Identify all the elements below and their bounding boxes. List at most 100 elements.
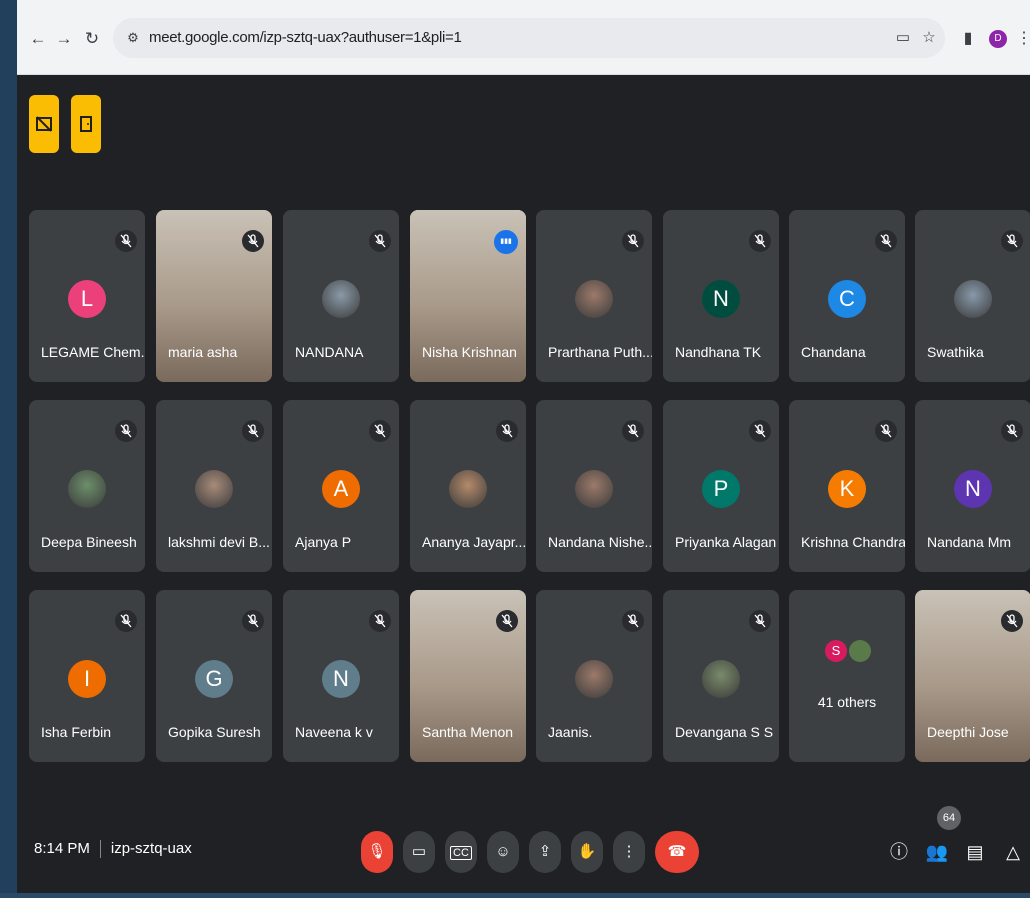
present-icon: ⇪ bbox=[538, 843, 552, 860]
captions-button[interactable]: CC bbox=[445, 831, 477, 873]
participant-photo bbox=[702, 660, 740, 698]
mic-muted-icon bbox=[875, 230, 897, 252]
participant-tile[interactable]: Deepthi Jose bbox=[915, 590, 1030, 762]
participant-name: Nandana Nishe... bbox=[548, 534, 652, 550]
emoji-icon: ☺ bbox=[495, 843, 511, 860]
captions-icon: CC bbox=[450, 846, 472, 860]
participant-name: LEGAME Chem... bbox=[41, 344, 145, 360]
speaking-indicator-icon: ▮▮▮ bbox=[494, 230, 518, 254]
mic-muted-icon bbox=[1001, 420, 1023, 442]
participant-avatar: L bbox=[68, 280, 106, 318]
emoji-button[interactable]: ☺ bbox=[487, 831, 519, 873]
people-icon[interactable]: 👥 bbox=[925, 840, 949, 864]
mic-muted-icon bbox=[622, 610, 644, 632]
mic-muted-icon bbox=[369, 230, 391, 252]
bookmark-star-icon[interactable]: ☆ bbox=[919, 28, 939, 48]
participant-tile[interactable]: Swathika bbox=[915, 210, 1030, 382]
camera-button[interactable]: ▭ bbox=[403, 831, 435, 873]
mic-muted-icon bbox=[242, 610, 264, 632]
url-text[interactable]: meet.google.com/izp-sztq-uax?authuser=1&… bbox=[149, 29, 462, 46]
mic-off-button[interactable]: 🎙 bbox=[361, 831, 393, 873]
more-options-button[interactable]: ⋮ bbox=[613, 831, 645, 873]
site-settings-icon[interactable]: ⚙ bbox=[123, 28, 143, 48]
mic-muted-icon bbox=[115, 420, 137, 442]
present-button[interactable]: ⇪ bbox=[529, 831, 561, 873]
participant-name: Santha Menon bbox=[422, 724, 514, 740]
participant-avatar: K bbox=[828, 470, 866, 508]
mic-muted-icon bbox=[622, 230, 644, 252]
mic-muted-icon bbox=[875, 420, 897, 442]
participant-name: Priyanka Alagan bbox=[675, 534, 777, 550]
raise-hand-icon: ✋ bbox=[577, 843, 597, 860]
participant-tile[interactable]: Jaanis. bbox=[536, 590, 652, 762]
door-icon bbox=[80, 116, 92, 132]
participant-name: Krishna Chandra bbox=[801, 534, 905, 550]
participant-avatar: A bbox=[322, 470, 360, 508]
participant-tile[interactable]: C Chandana bbox=[789, 210, 905, 382]
others-avatar: S bbox=[825, 640, 847, 662]
reload-icon[interactable]: ↻ bbox=[81, 28, 103, 50]
mic-muted-icon bbox=[369, 420, 391, 442]
participant-tile[interactable]: Ananya Jayapr... bbox=[410, 400, 526, 572]
browser-window: ← → ↻ ⚙ meet.google.com/izp-sztq-uax?aut… bbox=[17, 0, 1030, 893]
mic-muted-icon bbox=[242, 230, 264, 252]
browser-toolbar: ← → ↻ ⚙ meet.google.com/izp-sztq-uax?aut… bbox=[17, 0, 1030, 75]
mic-muted-icon bbox=[496, 610, 518, 632]
participant-tile[interactable]: N Nandana Mm bbox=[915, 400, 1030, 572]
participant-tile[interactable]: Santha Menon bbox=[410, 590, 526, 762]
participant-tile[interactable]: Prarthana Puth... bbox=[536, 210, 652, 382]
participant-photo bbox=[449, 470, 487, 508]
participant-name: Chandana bbox=[801, 344, 866, 360]
side-panel-icon[interactable]: ▮ bbox=[957, 28, 979, 50]
info-icon[interactable]: ⓘ bbox=[887, 840, 911, 864]
participant-name: Nandana Mm bbox=[927, 534, 1012, 550]
participant-name: Deepa Bineesh bbox=[41, 534, 137, 550]
raise-hand-button[interactable]: ✋ bbox=[571, 831, 603, 873]
participant-name: Deepthi Jose bbox=[927, 724, 1009, 740]
participant-count-badge: 64 bbox=[937, 806, 961, 830]
mic-muted-icon bbox=[115, 610, 137, 632]
participant-photo bbox=[322, 280, 360, 318]
participant-name: Gopika Suresh bbox=[168, 724, 261, 740]
participant-tile[interactable]: NANDANA bbox=[283, 210, 399, 382]
participant-tile[interactable]: N Naveena k v bbox=[283, 590, 399, 762]
mic-muted-icon bbox=[1001, 610, 1023, 632]
participant-tile[interactable]: N Nandhana TK bbox=[663, 210, 779, 382]
camera-in-use-icon[interactable]: ▭ bbox=[893, 28, 913, 48]
participant-tile[interactable]: Deepa Bineesh bbox=[29, 400, 145, 572]
exit-button[interactable] bbox=[71, 95, 101, 153]
participant-tile[interactable]: Nandana Nishe... bbox=[536, 400, 652, 572]
participant-name: maria asha bbox=[168, 344, 238, 360]
participant-tile[interactable]: K Krishna Chandra bbox=[789, 400, 905, 572]
activities-icon[interactable]: △ bbox=[1001, 840, 1025, 864]
hide-self-view-button[interactable] bbox=[29, 95, 59, 153]
chat-icon[interactable]: ▤ bbox=[963, 840, 987, 864]
participant-tile[interactable]: L LEGAME Chem... bbox=[29, 210, 145, 382]
mic-muted-icon bbox=[749, 420, 771, 442]
participant-tile[interactable]: Devangana S S bbox=[663, 590, 779, 762]
browser-menu-icon[interactable]: ⋮ bbox=[1013, 28, 1030, 50]
others-photo bbox=[849, 640, 871, 662]
participant-tile[interactable]: ▮▮▮ Nisha Krishnan bbox=[410, 210, 526, 382]
participant-tile[interactable]: maria asha bbox=[156, 210, 272, 382]
participant-tile[interactable]: lakshmi devi B... bbox=[156, 400, 272, 572]
forward-arrow-icon[interactable]: → bbox=[53, 28, 75, 50]
participant-tile[interactable]: I Isha Ferbin bbox=[29, 590, 145, 762]
end-call-button[interactable]: ☎ bbox=[655, 831, 699, 873]
participant-name: Isha Ferbin bbox=[41, 724, 112, 740]
participant-photo bbox=[575, 280, 613, 318]
participant-avatar: I bbox=[68, 660, 106, 698]
desktop-left-edge bbox=[0, 0, 17, 898]
participant-name: Naveena k v bbox=[295, 724, 373, 740]
mic-muted-icon bbox=[496, 420, 518, 442]
back-arrow-icon[interactable]: ← bbox=[27, 28, 49, 50]
participant-tile[interactable]: A Ajanya P bbox=[283, 400, 399, 572]
profile-avatar[interactable]: D bbox=[989, 30, 1007, 48]
mic-muted-icon bbox=[749, 610, 771, 632]
participant-tile[interactable]: G Gopika Suresh bbox=[156, 590, 272, 762]
participant-tile[interactable]: P Priyanka Alagan bbox=[663, 400, 779, 572]
participant-name: Devangana S S bbox=[675, 724, 774, 740]
address-bar[interactable]: ⚙ meet.google.com/izp-sztq-uax?authuser=… bbox=[113, 18, 945, 58]
participant-photo bbox=[575, 660, 613, 698]
participant-tile[interactable]: S 41 others bbox=[789, 590, 905, 762]
